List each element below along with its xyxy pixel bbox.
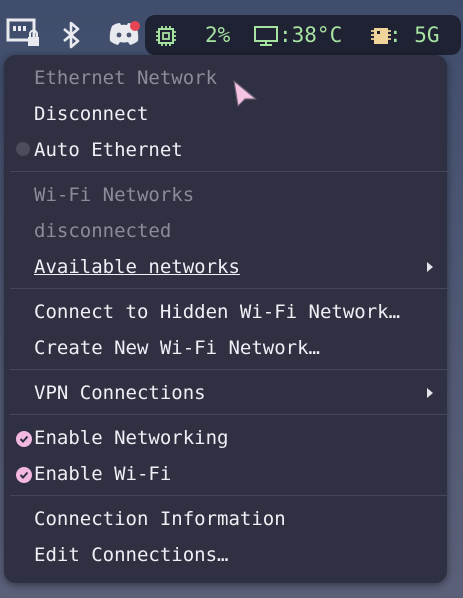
enable-wifi-item[interactable]: Enable Wi-Fi (34, 459, 171, 489)
auto-ethernet-item[interactable]: Auto Ethernet (34, 135, 183, 165)
checkmark-icon (16, 431, 32, 447)
checkmark-icon (16, 467, 32, 483)
network-menu: Ethernet Network Disconnect Auto Etherne… (4, 55, 449, 583)
discord-icon[interactable] (107, 20, 141, 48)
enable-networking-item[interactable]: Enable Networking (34, 423, 228, 453)
cpu-icon (156, 26, 176, 46)
system-tray: 2% :38°C : 5G (0, 0, 463, 60)
disconnect-item[interactable]: Disconnect (34, 99, 148, 129)
memory-icon (371, 28, 391, 44)
radio-indicator (16, 142, 30, 156)
submenu-arrow-icon (427, 262, 433, 272)
ethernet-network-header: Ethernet Network (34, 67, 218, 89)
cpu-usage-value: 2% (205, 23, 231, 47)
wifi-status-label: disconnected (34, 220, 172, 242)
monitor-icon (254, 26, 278, 46)
bluetooth-icon[interactable] (61, 20, 83, 50)
menu-separator (10, 495, 449, 496)
temperature-value: :38°C (279, 23, 343, 47)
available-networks-item[interactable]: Available networks (34, 252, 240, 282)
create-new-wifi-item[interactable]: Create New Wi-Fi Network… (34, 333, 320, 363)
network-wired-locked-icon[interactable] (6, 18, 42, 50)
memory-value: : 5G (389, 23, 440, 47)
system-monitor-bar: 2% :38°C : 5G (145, 15, 461, 55)
mouse-cursor-icon (233, 80, 257, 107)
vpn-connections-item[interactable]: VPN Connections (34, 378, 206, 408)
edit-connections-item[interactable]: Edit Connections… (34, 540, 228, 570)
connect-hidden-wifi-item[interactable]: Connect to Hidden Wi-Fi Network… (34, 297, 400, 327)
connection-information-item[interactable]: Connection Information (34, 504, 286, 534)
menu-separator (10, 288, 449, 289)
submenu-arrow-icon (427, 388, 433, 398)
menu-separator (10, 171, 449, 172)
wifi-networks-header: Wi-Fi Networks (34, 184, 195, 206)
menu-separator (10, 414, 449, 415)
menu-separator (10, 369, 449, 370)
